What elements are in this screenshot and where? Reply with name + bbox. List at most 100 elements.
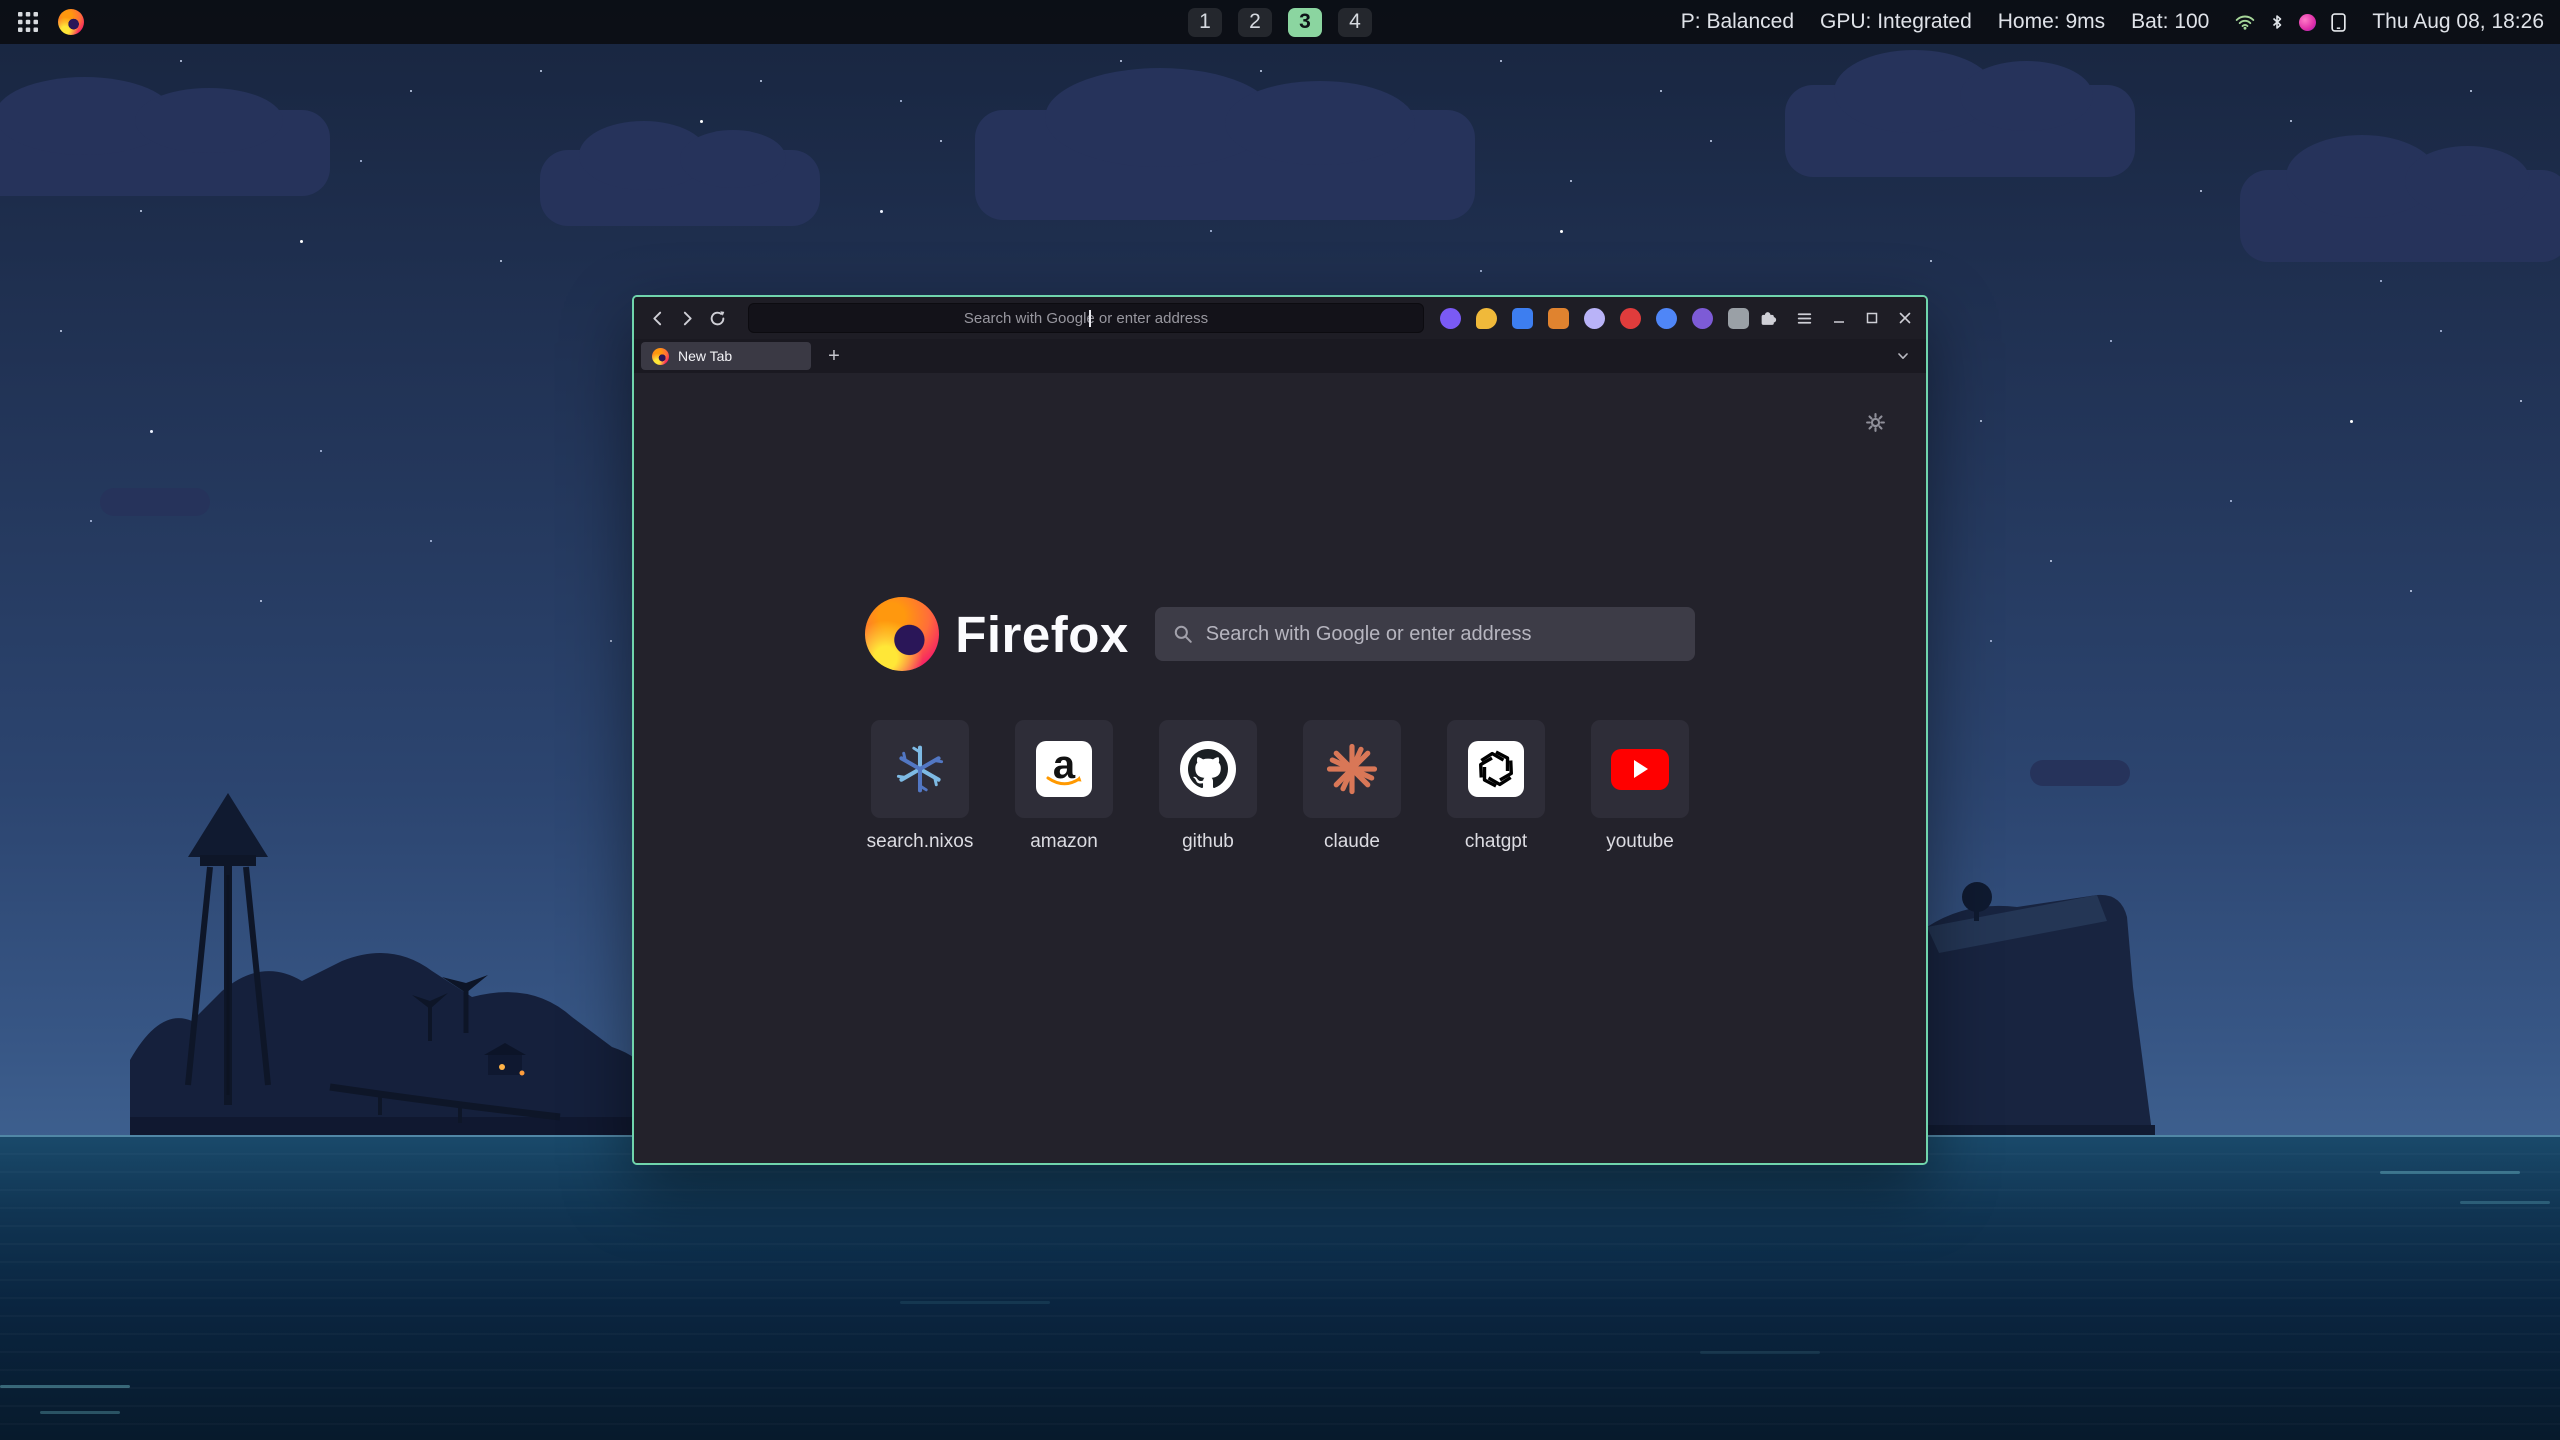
new-tab-button[interactable]: + [820, 342, 848, 370]
extension-icon-7[interactable] [1656, 308, 1677, 329]
newtab-search-input[interactable]: Search with Google or enter address [1155, 607, 1695, 661]
shortcut-tile [871, 720, 969, 818]
shortcut-tile [1591, 720, 1689, 818]
list-all-tabs-button[interactable] [1890, 344, 1916, 368]
wave-streak [2380, 1171, 2520, 1174]
workspace-4[interactable]: 4 [1338, 8, 1372, 37]
shortcut-tile [1447, 720, 1545, 818]
gear-icon [1865, 412, 1886, 433]
url-bar[interactable]: Search with Google or enter address [748, 303, 1424, 333]
tray-icons [2235, 13, 2346, 32]
extension-icon-8[interactable] [1692, 308, 1713, 329]
chatgpt-icon [1468, 741, 1524, 797]
firefox-logo [865, 597, 939, 671]
firefox-favicon [652, 348, 669, 365]
wifi-icon[interactable] [2235, 14, 2255, 30]
wave-streak [1700, 1351, 1820, 1354]
cloud [975, 110, 1475, 220]
shortcut-tile [1303, 720, 1401, 818]
minimize-icon [1832, 311, 1846, 325]
extension-icon-3[interactable] [1512, 308, 1533, 329]
shortcut-label: claude [1324, 831, 1380, 853]
clock: Thu Aug 08, 18:26 [2372, 10, 2544, 34]
cloud [2240, 170, 2560, 262]
shortcut-tile: a [1015, 720, 1113, 818]
power-profile-status: P: Balanced [1681, 10, 1794, 34]
wave-streak [2460, 1201, 2550, 1204]
personalize-button[interactable] [1862, 409, 1888, 435]
extension-icon-5[interactable] [1584, 308, 1605, 329]
extension-icon-4[interactable] [1548, 308, 1569, 329]
extension-icon-1[interactable] [1440, 308, 1461, 329]
url-placeholder: Search with Google or enter address [964, 310, 1208, 327]
puzzle-icon [1759, 309, 1777, 327]
bluetooth-icon[interactable] [2270, 13, 2284, 31]
firefox-taskbar-button[interactable] [58, 9, 84, 35]
shortcut-youtube[interactable]: youtube [1591, 720, 1689, 853]
browser-toolbar: Search with Google or enter address [634, 297, 1926, 339]
close-button[interactable] [1891, 303, 1918, 333]
forward-icon [679, 310, 696, 327]
ocean [0, 1135, 2560, 1440]
search-icon [1173, 624, 1193, 644]
youtube-icon [1611, 749, 1669, 790]
extension-icon-6[interactable] [1620, 308, 1641, 329]
cloud [540, 150, 820, 226]
shortcut-search-nixos[interactable]: search.nixos [871, 720, 969, 853]
tab-title: New Tab [678, 348, 732, 364]
amazon-smile-icon [1046, 775, 1082, 789]
workspace-1[interactable]: 1 [1188, 8, 1222, 37]
tab-bar: New Tab + [634, 339, 1926, 373]
reload-icon [709, 310, 726, 327]
shortcut-claude[interactable]: claude [1303, 720, 1401, 853]
extension-icon-2[interactable] [1476, 308, 1497, 329]
right-island [1905, 845, 2155, 1155]
workspace-2[interactable]: 2 [1238, 8, 1272, 37]
shortcut-label: github [1182, 831, 1234, 853]
reload-button[interactable] [702, 302, 732, 334]
grid-icon [18, 12, 38, 32]
shortcut-label: amazon [1030, 831, 1098, 853]
text-caret [1089, 310, 1091, 327]
amazon-icon: a [1036, 741, 1092, 797]
extensions-button[interactable] [1753, 302, 1783, 334]
device-icon[interactable] [2331, 13, 2346, 32]
back-icon [649, 310, 666, 327]
cloud [100, 488, 210, 516]
app-launcher-button[interactable] [18, 12, 38, 32]
menu-button[interactable] [1789, 302, 1819, 334]
shortcut-label: youtube [1606, 831, 1674, 853]
firefox-wordmark: Firefox [955, 605, 1129, 664]
back-button[interactable] [642, 302, 672, 334]
chevron-down-icon [1896, 349, 1910, 363]
cloud [2030, 760, 2130, 786]
color-picker-icon[interactable] [2299, 14, 2316, 31]
firefox-hero: Firefox Search with Google or enter addr… [634, 597, 1926, 671]
wave-streak [900, 1301, 1050, 1304]
shortcut-label: chatgpt [1465, 831, 1527, 853]
newtab-page: Firefox Search with Google or enter addr… [634, 373, 1926, 1163]
shortcut-github[interactable]: github [1159, 720, 1257, 853]
workspace-3[interactable]: 3 [1288, 8, 1322, 37]
shortcut-tile [1159, 720, 1257, 818]
workspace-switcher: 1 2 3 4 [1188, 8, 1372, 37]
minimize-button[interactable] [1825, 303, 1852, 333]
battery-status: Bat: 100 [2131, 10, 2209, 34]
wave-streak [0, 1385, 130, 1388]
shortcut-grid: search.nixos a amazon [634, 720, 1926, 853]
maximize-icon [1865, 311, 1879, 325]
shortcut-chatgpt[interactable]: chatgpt [1447, 720, 1545, 853]
status-bar: 1 2 3 4 P: Balanced GPU: Integrated Home… [0, 0, 2560, 44]
shortcut-label: search.nixos [867, 831, 974, 853]
tab-new-tab[interactable]: New Tab [641, 342, 811, 370]
left-island [130, 755, 650, 1155]
firefox-icon [58, 9, 84, 35]
firefox-window: Search with Google or enter address [632, 295, 1928, 1165]
extension-buttons [1440, 308, 1749, 329]
wave-streak [40, 1411, 120, 1414]
claude-icon [1325, 742, 1379, 796]
extension-icon-9[interactable] [1728, 308, 1749, 329]
forward-button[interactable] [672, 302, 702, 334]
maximize-button[interactable] [1858, 303, 1885, 333]
shortcut-amazon[interactable]: a amazon [1015, 720, 1113, 853]
